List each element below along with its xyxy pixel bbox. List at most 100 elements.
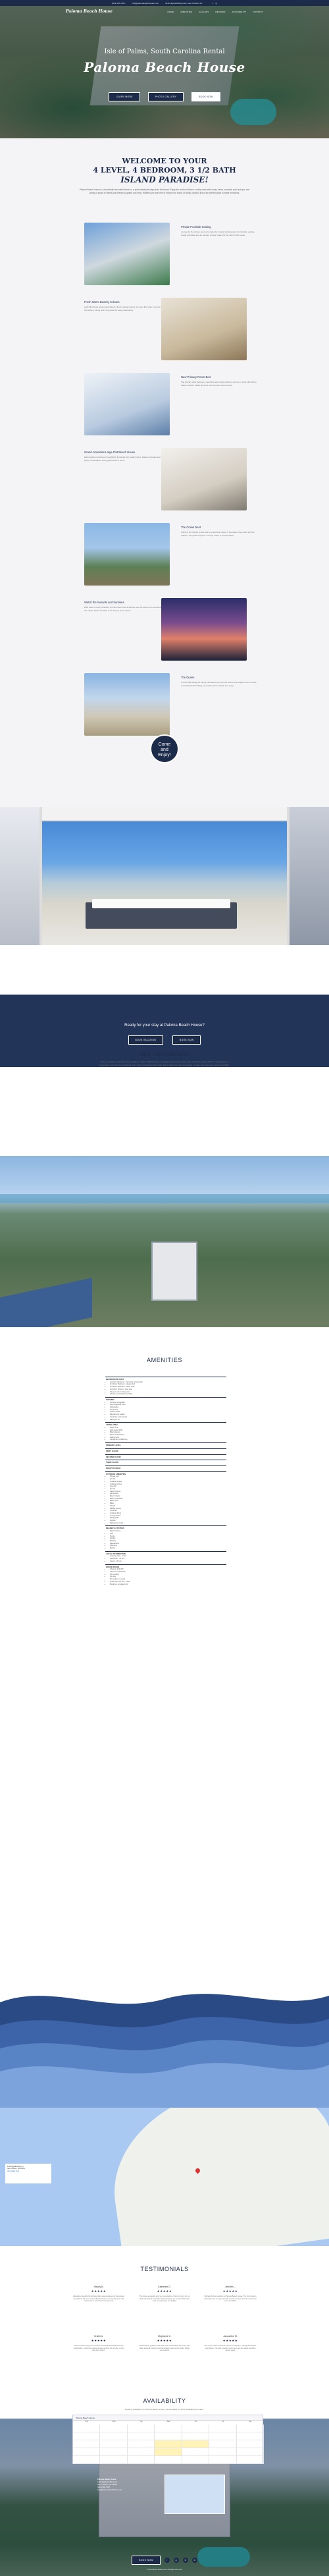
calendar-cell[interactable] — [155, 2432, 182, 2440]
testimonial-card: Stephanie C. ★★★★★ Perfect family getaway.… — [139, 2335, 190, 2352]
calendar-cell[interactable] — [182, 2425, 210, 2432]
calendar-cell[interactable] — [155, 2440, 182, 2448]
calendar-cell[interactable] — [209, 2425, 237, 2432]
learn-more-button[interactable]: LEARN MORE — [109, 92, 140, 101]
feature-image — [84, 223, 170, 285]
availability-title: AVAILABILITY — [143, 2398, 186, 2404]
amenity-section: OUTDOOR AMENITIESPrivate poolHot tubOutd… — [105, 1471, 226, 1526]
feature-row: The Dunes A short walk along the sandy pa… — [0, 673, 329, 739]
calendar-cell[interactable] — [100, 2456, 128, 2464]
calendar-cell[interactable] — [127, 2448, 155, 2456]
calendar-cell[interactable] — [236, 2432, 264, 2440]
site-logo[interactable]: Paloma Beach House — [66, 9, 113, 14]
phone-icon[interactable]: ✆ — [182, 2558, 188, 2563]
feature-title: Grand Amenities Large Flat Beach House — [84, 451, 136, 454]
amenity-section-heading: FIRST FLOOR — [106, 1449, 118, 1452]
calendar-cell[interactable] — [236, 2425, 264, 2432]
email-text[interactable]: info@palomabeachhouse.com — [132, 2, 159, 5]
nav-gallery[interactable]: GALLERY — [199, 11, 209, 13]
calendar-cell[interactable] — [236, 2456, 264, 2464]
testimonial-card: Kristin A. ★★★★★ Such a relaxing stay. The… — [73, 2335, 124, 2352]
calendar-header: Paloma Beach House — [73, 2415, 263, 2421]
feature-title: The Dunes — [181, 676, 195, 679]
testimonial-card: Jennifer L. ★★★★★ We had the best vacation… — [204, 2286, 257, 2303]
cta-book-now-button[interactable]: BOOK NOW — [172, 1035, 201, 1045]
availability-calendar[interactable]: Paloma Beach House Sun Mon Tue Wed Thu Fri Sat — [72, 2415, 264, 2464]
footer-email[interactable]: info@palomabeachhouse.com — [97, 2488, 153, 2491]
testimonial-card: Jacqueline M. ★★★★★ One of the nicest rent… — [204, 2335, 257, 2352]
calendar-cell[interactable] — [182, 2456, 210, 2464]
calendar-cell[interactable] — [73, 2448, 101, 2456]
calendar-cell[interactable] — [182, 2448, 210, 2456]
feature-image — [84, 373, 170, 435]
hero-title: Paloma Beach House — [84, 59, 245, 75]
calendar-cell[interactable] — [236, 2448, 264, 2456]
top-contact-bar: (843) 345-7007 info@palomabeachhouse.com… — [0, 0, 329, 6]
amenities-title: AMENITIES — [147, 1357, 182, 1363]
feature-row: Private Poolside Seating Lounge by the pr… — [0, 223, 329, 288]
view-larger-map-link[interactable]: View larger map — [7, 2170, 49, 2172]
amenity-item: All linens and towels provided — [110, 1393, 226, 1396]
star-rating: ★★★★★ — [222, 2289, 238, 2293]
email-icon[interactable]: ✉ — [191, 2558, 197, 2563]
feature-row: Fresh Warm Beachy Colours Light filled li… — [0, 298, 329, 364]
calendar-cell[interactable] — [73, 2440, 101, 2448]
calendar-cell[interactable] — [100, 2440, 128, 2448]
calendar-cell[interactable] — [182, 2432, 210, 2440]
nav-availability[interactable]: AVAILABILITY — [232, 11, 247, 13]
welcome-italic-heading: ISLAND PARADISE! — [120, 175, 209, 184]
calendar-cell[interactable] — [155, 2448, 182, 2456]
calendar-cell[interactable] — [182, 2440, 210, 2448]
feature-desc: With views in every direction you will n… — [84, 606, 163, 612]
come-and-enjoy-badge: Come and Enjoy! — [150, 734, 179, 763]
amenity-section: FIRST FLOOR — [105, 1448, 226, 1454]
calendar-cell[interactable] — [73, 2432, 101, 2440]
calendar-cell[interactable] — [127, 2425, 155, 2432]
nav-home[interactable]: HOME — [167, 11, 174, 13]
feature-image — [84, 523, 170, 586]
instagram-icon[interactable]: ◎ — [215, 2, 217, 5]
feature-title: New Primary Room Bed — [181, 375, 211, 379]
calendar-cell[interactable] — [127, 2432, 155, 2440]
welcome-section: WELCOME TO YOUR 4 LEVEL, 4 BEDROOM, 3 1/… — [0, 138, 329, 879]
calendar-cell[interactable] — [73, 2456, 101, 2464]
calendar-cell[interactable] — [209, 2432, 237, 2440]
star-rating: ★★★★★ — [91, 2289, 107, 2293]
facebook-icon[interactable]: f — [164, 2558, 170, 2563]
amenity-item: Airport - 35 min — [110, 1560, 226, 1563]
footer-map[interactable] — [164, 2475, 225, 2514]
location-map[interactable]: 1148 Highland Bay Ln Isle of Palms, SC 2… — [0, 2108, 329, 2246]
calendar-cell[interactable] — [100, 2432, 128, 2440]
calendar-cell[interactable] — [155, 2456, 182, 2464]
feature-title: The Crows Nest — [181, 526, 201, 529]
book-now-button[interactable]: BOOK NOW — [191, 92, 220, 101]
nav-amenities[interactable]: AMENITIES — [180, 11, 192, 13]
amenity-section: HOUSE RULESCheck in 4:00 PMCheck out 10:… — [105, 1564, 226, 1587]
feature-row: Grand Amenities Large Flat Beach House Ea… — [0, 448, 329, 514]
calendar-cell[interactable] — [236, 2440, 264, 2448]
patio-photo — [0, 807, 329, 945]
photo-gallery-button[interactable]: PHOTO GALLERY — [147, 92, 184, 101]
address-text: 1148 Highland Bay Lane, Isle of Palms SC — [165, 1, 203, 5]
footer-book-now-button[interactable]: BOOK NOW — [132, 2556, 161, 2565]
hero-subtitle: Isle of Palms, South Carolina Rental — [104, 48, 225, 55]
calendar-cell[interactable] — [100, 2448, 128, 2456]
calendar-cell[interactable] — [127, 2440, 155, 2448]
calendar-cell[interactable] — [127, 2456, 155, 2464]
book-vacation-button[interactable]: BOOK VACATION — [128, 1035, 164, 1045]
amenity-section: SECOND FLOOR — [105, 1454, 226, 1460]
calendar-cell[interactable] — [209, 2448, 237, 2456]
calendar-cell[interactable] — [100, 2425, 128, 2432]
nav-reviews[interactable]: REVIEWS — [215, 11, 225, 13]
phone-text[interactable]: (843) 345-7007 — [112, 2, 126, 5]
nav-contact[interactable]: CONTACT — [253, 11, 263, 13]
calendar-cell[interactable] — [209, 2456, 237, 2464]
feature-image — [161, 448, 247, 510]
main-navbar: Paloma Beach House HOME AMENITIES GALLER… — [0, 6, 329, 17]
calendar-cell[interactable] — [73, 2425, 101, 2432]
instagram-icon[interactable]: ◎ — [173, 2558, 179, 2563]
amenity-section-heading: ROOFTOP DECK — [106, 1466, 121, 1469]
calendar-cell[interactable] — [155, 2425, 182, 2432]
hero-section: Isle of Palms, South Carolina Rental Pal… — [0, 0, 329, 138]
calendar-cell[interactable] — [209, 2440, 237, 2448]
